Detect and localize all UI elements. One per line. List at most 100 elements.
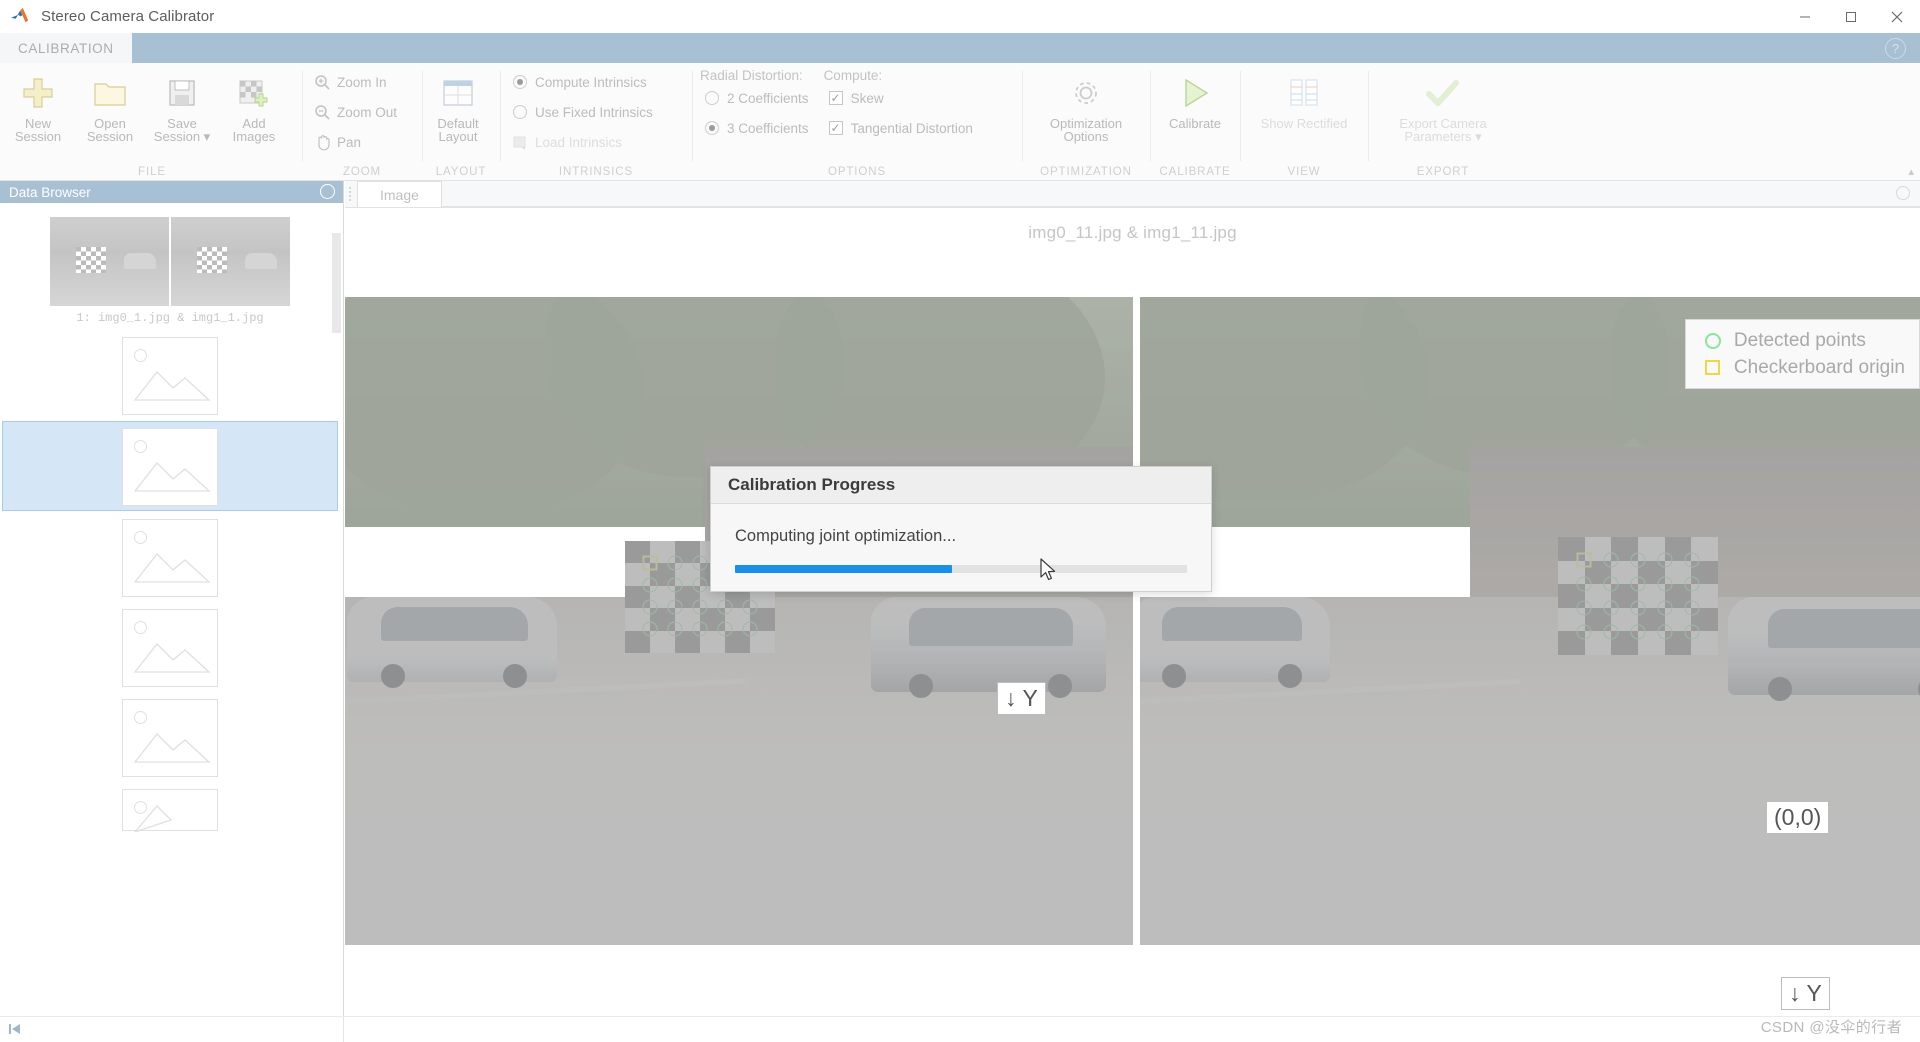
pan-button[interactable]: Pan (302, 127, 414, 157)
ribbon-group-zoom: Zoom In Zoom Out Pan ZOOM (302, 63, 422, 181)
left-y-axis-annotation: ↓ Y (997, 682, 1046, 715)
compute-intrinsics-label: Compute Intrinsics (535, 74, 647, 90)
load-intrinsics-label: Load Intrinsics (535, 134, 623, 150)
gear-icon (1070, 73, 1102, 113)
document-tabbar: Image (345, 181, 1920, 208)
watermark-text: CSDN @没伞的行者 (1760, 1019, 1902, 1036)
save-session-line2[interactable]: Session ▾ (154, 129, 210, 145)
ribbon-group-label-view: VIEW (1287, 166, 1321, 178)
ribbon-group-label-layout: LAYOUT (435, 166, 487, 178)
minimize-button[interactable] (1782, 0, 1828, 33)
load-intrinsics-button: Load Intrinsics (500, 127, 629, 157)
image-placeholder-icon (122, 519, 218, 597)
skip-to-start-icon[interactable] (8, 1023, 22, 1035)
three-coefficients-radio[interactable]: 3 Coefficients (692, 113, 816, 143)
list-item[interactable] (2, 783, 338, 835)
default-layout-button[interactable]: Default Layout (422, 70, 494, 145)
tab-calibration[interactable]: CALIBRATION (0, 33, 132, 63)
use-fixed-intrinsics-radio[interactable]: Use Fixed Intrinsics (500, 97, 660, 127)
ribbon-group-label-zoom: ZOOM (342, 166, 382, 178)
stereo-thumbnail (50, 217, 290, 306)
mouse-cursor-icon (1040, 558, 1056, 581)
maximize-button[interactable] (1828, 0, 1874, 33)
ribbon-group-layout: Default Layout LAYOUT (422, 63, 500, 181)
skew-label: Skew (850, 90, 884, 106)
new-session-line2: Session (14, 129, 62, 144)
image-canvas: img0_11.jpg & img1_11.jpg ↓ Y (0,0) ↓ Y … (345, 208, 1920, 1016)
list-item[interactable] (2, 421, 338, 511)
use-fixed-intrinsics-label: Use Fixed Intrinsics (535, 104, 653, 120)
export-camera-parameters-button: Export Camera Parameters ▾ (1371, 70, 1515, 145)
data-browser-list[interactable]: 1: img0_1.jpg & img1_1.jpg (0, 203, 343, 1016)
tab-image[interactable]: Image (357, 181, 442, 207)
calibrate-button[interactable]: Calibrate (1152, 70, 1238, 132)
title-bar: Stereo Camera Calibrator (0, 0, 1920, 33)
open-session-button[interactable]: Open Session (74, 70, 146, 145)
floppy-disk-icon (167, 73, 197, 113)
radio-indicator-compute-intrinsics (513, 75, 527, 89)
compute-intrinsics-radio[interactable]: Compute Intrinsics (500, 67, 654, 97)
add-images-icon (238, 73, 270, 113)
list-item[interactable] (2, 331, 338, 419)
help-button[interactable]: ? (1885, 38, 1906, 59)
add-images-button[interactable]: Add Images (218, 70, 290, 145)
calibrate-label: Calibrate (1168, 116, 1222, 131)
ribbon-group-label-export: EXPORT (1416, 166, 1470, 178)
ribbon-group-file: New Session Open Session Save Session ▾ (2, 63, 302, 181)
open-session-line2: Session (86, 129, 134, 144)
gear-icon[interactable] (1896, 186, 1910, 200)
zoom-in-button[interactable]: Zoom In (302, 67, 414, 97)
list-item[interactable]: 1: img0_1.jpg & img1_1.jpg (2, 211, 338, 329)
main-panel: Image img0_11.jpg & img1_11.jpg ↓ Y (0,0… (345, 181, 1920, 1016)
ribbon-toolbar: New Session Open Session Save Session ▾ (0, 63, 1920, 181)
ribbon-group-optimization: Optimization Options OPTIMIZATION (1022, 63, 1150, 181)
maximize-icon (1846, 11, 1856, 22)
tangential-distortion-checkbox[interactable]: ✓ Tangential Distortion (816, 113, 980, 143)
drag-grip-icon[interactable] (345, 180, 357, 207)
checkbox-indicator-tangential-distortion: ✓ (828, 121, 843, 135)
optimization-options-button[interactable]: Optimization Options (1027, 70, 1145, 145)
ribbon-collapse-icon[interactable]: ▴ (1908, 165, 1914, 178)
compute-header: Compute: (823, 68, 883, 83)
status-bar (0, 1016, 1920, 1042)
dialog-message: Computing joint optimization... (735, 527, 957, 545)
square-marker-icon (1698, 360, 1728, 375)
camera-1-image (345, 297, 1133, 945)
ribbon-group-calibrate: Calibrate CALIBRATE (1150, 63, 1240, 181)
two-coefficients-radio[interactable]: 2 Coefficients (692, 83, 816, 113)
window-title: Stereo Camera Calibrator (41, 7, 215, 25)
window-controls (1782, 0, 1920, 33)
list-item[interactable] (2, 513, 338, 601)
close-button[interactable] (1874, 0, 1920, 33)
image-placeholder-icon (122, 789, 218, 832)
pan-hand-icon (309, 133, 335, 151)
radio-indicator-3-coefficients (705, 121, 719, 135)
zoom-out-button[interactable]: Zoom Out (302, 97, 414, 127)
list-item[interactable] (2, 603, 338, 691)
new-session-button[interactable]: New Session (2, 70, 74, 145)
image-placeholder-icon (122, 609, 218, 687)
legend-row-detected-points: Detected points (1698, 327, 1905, 354)
camera-2-image (1140, 297, 1920, 945)
close-icon (1891, 11, 1903, 22)
zoom-out-icon (309, 104, 335, 121)
gear-icon[interactable] (320, 184, 335, 199)
export-camera-line2: Parameters ▾ (1404, 129, 1482, 144)
ribbon-group-label-calibrate: CALIBRATE (1159, 166, 1231, 178)
list-item[interactable] (2, 693, 338, 781)
default-layout-line2: Layout (438, 129, 478, 144)
save-session-button[interactable]: Save Session ▾ (146, 70, 218, 145)
image-pair-title: img0_11.jpg & img1_11.jpg (1028, 223, 1237, 242)
progress-bar-fill (735, 565, 952, 573)
status-bar-left (0, 1016, 344, 1042)
thumbnail-left (50, 217, 169, 306)
optimization-options-line2: Options (1063, 129, 1109, 144)
ribbon-group-label-intrinsics: INTRINSICS (558, 166, 634, 178)
skew-checkbox[interactable]: ✓ Skew (816, 83, 980, 113)
data-browser-scrollbar[interactable] (332, 233, 341, 333)
show-rectified-label: Show Rectified (1260, 116, 1348, 131)
data-browser-header: Data Browser (0, 181, 343, 203)
zoom-out-label: Zoom Out (337, 104, 398, 120)
pan-label: Pan (337, 134, 362, 150)
dialog-title: Calibration Progress (711, 467, 1211, 504)
